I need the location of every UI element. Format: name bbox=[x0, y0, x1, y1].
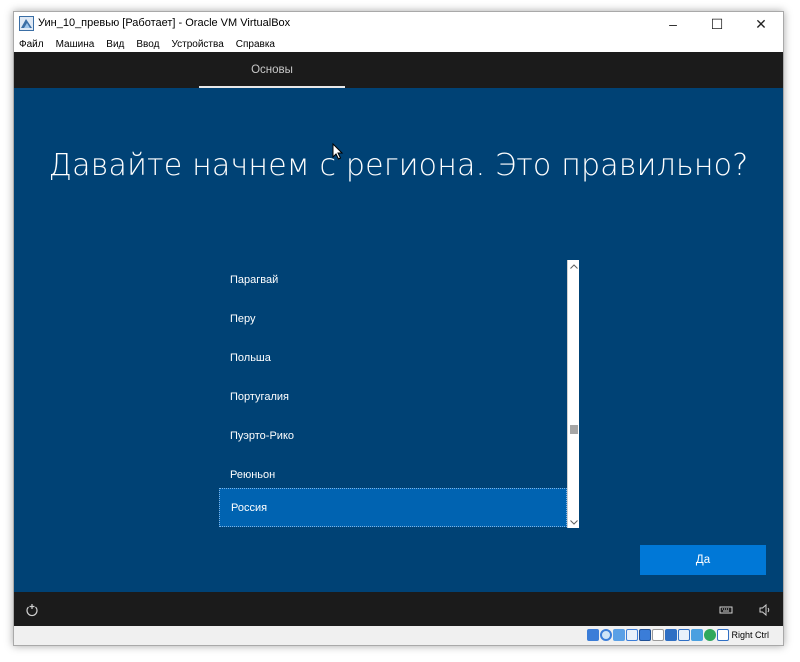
list-item-label: Пуэрто-Рико bbox=[230, 429, 295, 442]
volume-icon[interactable] bbox=[758, 603, 772, 617]
tab-basics: Основы bbox=[251, 64, 293, 76]
page-title: Давайте начнем с региона. Это правильно? bbox=[48, 148, 749, 183]
keyboard-icon[interactable] bbox=[719, 603, 733, 617]
status-bar: Right Ctrl bbox=[14, 626, 783, 645]
optical-drive-icon[interactable] bbox=[600, 629, 612, 641]
region-list: Парагвай Перу Польша Португалия Пуэрто-Р… bbox=[219, 260, 580, 528]
list-item-label: Россия bbox=[231, 501, 268, 514]
menu-file[interactable]: Файл bbox=[19, 39, 44, 50]
list-item-label: Португалия bbox=[230, 390, 289, 403]
oobe-header: Основы bbox=[14, 52, 783, 88]
menu-help[interactable]: Справка bbox=[236, 39, 275, 50]
minimize-icon: – bbox=[669, 16, 677, 32]
list-item[interactable]: Пуэрто-Рико bbox=[219, 416, 567, 455]
audio-icon[interactable] bbox=[613, 629, 625, 641]
host-key-label: Right Ctrl bbox=[731, 630, 769, 640]
list-item-label: Перу bbox=[230, 312, 256, 325]
ease-of-access-icon[interactable] bbox=[25, 603, 39, 617]
chevron-down-icon bbox=[569, 519, 578, 525]
hard-disk-icon[interactable] bbox=[587, 629, 599, 641]
video-capture-icon[interactable] bbox=[678, 629, 690, 641]
cpu-icon[interactable] bbox=[691, 629, 703, 641]
mouse-integration-icon[interactable] bbox=[704, 629, 716, 641]
chevron-up-icon bbox=[569, 263, 578, 269]
shared-folders-icon[interactable] bbox=[652, 629, 664, 641]
tab-underline bbox=[199, 86, 345, 88]
keyboard-capture-icon[interactable] bbox=[717, 629, 729, 641]
list-item-label: Польша bbox=[230, 351, 271, 364]
menu-machine[interactable]: Машина bbox=[56, 39, 95, 50]
menu-devices[interactable]: Устройства bbox=[171, 39, 223, 50]
maximize-button[interactable]: ☐ bbox=[695, 12, 739, 36]
scroll-up-button[interactable] bbox=[568, 260, 579, 272]
list-item[interactable]: Перу bbox=[219, 299, 567, 338]
usb-icon[interactable] bbox=[639, 629, 651, 641]
title-bar[interactable]: Уин_10_превью [Работает] - Oracle VM Vir… bbox=[14, 12, 783, 36]
yes-button[interactable]: Да bbox=[640, 545, 766, 575]
virtualbox-logo-icon bbox=[19, 16, 34, 31]
list-item[interactable]: Парагвай bbox=[219, 260, 567, 299]
list-item[interactable]: Португалия bbox=[219, 377, 567, 416]
region-list-scrollbar[interactable] bbox=[567, 260, 579, 528]
minimize-button[interactable]: – bbox=[651, 12, 695, 36]
menu-input[interactable]: Ввод bbox=[136, 39, 159, 50]
menu-bar: Файл Машина Вид Ввод Устройства Справка bbox=[14, 36, 783, 52]
list-item-selected[interactable]: Россия bbox=[219, 488, 567, 527]
network-icon[interactable] bbox=[626, 629, 638, 641]
maximize-icon: ☐ bbox=[710, 15, 724, 32]
oobe-footer bbox=[14, 592, 783, 628]
list-item[interactable]: Польша bbox=[219, 338, 567, 377]
list-item-label: Реюньон bbox=[230, 468, 276, 481]
window-title: Уин_10_превью [Работает] - Oracle VM Vir… bbox=[38, 17, 291, 29]
close-icon: ✕ bbox=[755, 15, 767, 32]
virtualbox-window: Уин_10_превью [Работает] - Oracle VM Vir… bbox=[13, 11, 784, 646]
status-icons bbox=[586, 629, 729, 641]
scroll-thumb[interactable] bbox=[570, 425, 578, 434]
close-button[interactable]: ✕ bbox=[739, 12, 783, 36]
display-icon[interactable] bbox=[665, 629, 677, 641]
list-item-label: Парагвай bbox=[230, 273, 279, 286]
scroll-down-button[interactable] bbox=[568, 516, 579, 528]
vm-screen[interactable]: Основы Давайте начнем с региона. Это пра… bbox=[14, 52, 783, 628]
menu-view[interactable]: Вид bbox=[106, 39, 124, 50]
